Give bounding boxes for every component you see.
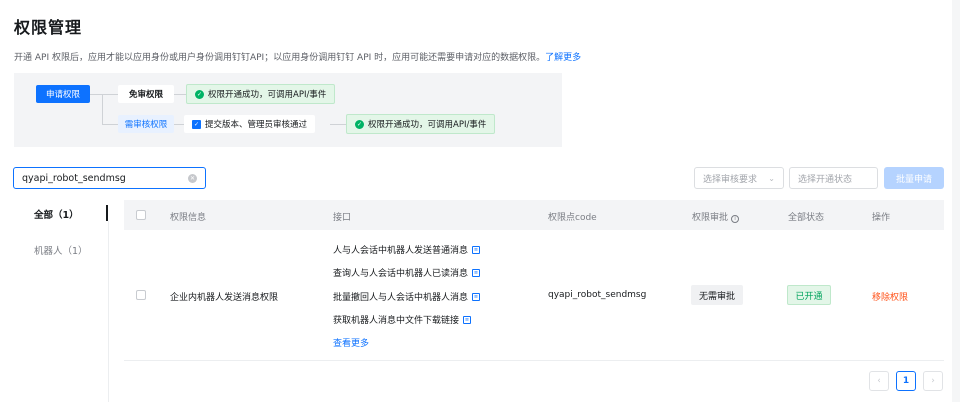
row-divider [124,360,944,361]
permission-flow-diagram: 申请权限 免审权限 ✓ 权限开通成功，可调用API/事件 需审核权限 ✓ 提交版本、… [14,73,562,147]
doc-icon[interactable]: ≡ [472,292,481,301]
table-header: 权限信息 接口 权限点code 权限审批 i 全部状态 操作 [124,200,944,230]
flow-connector [330,124,346,125]
sidebar-divider [108,221,109,402]
flow-connector [174,124,184,125]
api-name: 批量撤回人与人会话中机器人消息 [333,293,469,303]
column-header-review-label: 权限审批 [692,213,729,223]
page: 权限管理 开通 API 权限后，应用才能以应用身份或用户身份调用钉钉API；以应… [0,0,952,402]
api-item: 人与人会话中机器人发送普通消息 ≡ [333,243,481,256]
check-circle-icon: ✓ [195,89,204,99]
flow-free-review-node: 免审权限 [118,85,174,103]
api-name: 人与人会话中机器人发送普通消息 [333,246,469,256]
flow-connector [90,94,118,95]
review-select-placeholder: 选择审核要求 [703,174,758,185]
review-requirement-select[interactable]: 选择审核要求 ⌄ [694,167,784,189]
learn-more-link[interactable]: 了解更多 [545,53,581,63]
api-name: 获取机器人消息中文件下载链接 [333,316,460,326]
pagination-page-1[interactable]: 1 [896,371,916,391]
page-description: 开通 API 权限后，应用才能以应用身份或用户身份调用钉钉API；以应用身份调用… [14,50,581,63]
review-badge: 无需审批 [691,285,743,305]
api-name: 查询人与人会话中机器人已读消息 [333,269,469,279]
remove-permission-button[interactable]: 移除权限 [872,290,908,303]
flow-connector [174,94,186,95]
flow-connector [102,124,118,125]
clear-icon[interactable]: ✕ [188,173,197,183]
description-text: 开通 API 权限后，应用才能以应用身份或用户身份调用钉钉API；以应用身份调用… [14,53,546,63]
api-item: 批量撤回人与人会话中机器人消息 ≡ [333,290,481,303]
sidebar-active-indicator [106,205,108,221]
flow-submit-node: ✓ 提交版本、管理员审核通过 [184,115,316,133]
column-header-review: 权限审批 i [692,210,740,223]
permission-name: 企业内机器人发送消息权限 [170,293,279,303]
checkbox-icon: ✓ [192,119,201,129]
doc-icon[interactable]: ≡ [472,268,481,277]
open-status-select[interactable]: 选择开通状态 [789,167,878,189]
column-header-status[interactable]: 全部状态 [788,210,824,223]
info-icon[interactable]: i [731,215,740,223]
permission-code: qyapi_robot_sendmsg [548,290,647,300]
api-item: 获取机器人消息中文件下载链接 ≡ [333,313,472,326]
column-header-info: 权限信息 [170,213,207,223]
search-input[interactable] [22,172,188,184]
flow-apply-node: 申请权限 [36,85,90,103]
flow-success-label: 权限开通成功，可调用API/事件 [208,90,327,100]
page-title: 权限管理 [14,18,83,37]
column-header-api: 接口 [333,213,352,223]
sidebar-item-all[interactable]: 全部（1） [34,207,79,221]
column-header-action: 操作 [872,213,891,223]
select-all-checkbox[interactable] [136,210,146,220]
pagination-prev-button[interactable]: ‹ [869,371,889,391]
flow-success-node-2: ✓ 权限开通成功，可调用API/事件 [346,114,496,134]
flow-connector [102,94,103,124]
pagination-next-button[interactable]: › [923,371,943,391]
chevron-down-icon: ⌄ [768,173,775,183]
row-checkbox[interactable] [136,290,146,300]
flow-success-node: ✓ 权限开通成功，可调用API/事件 [186,84,336,104]
check-circle-icon: ✓ [355,119,364,129]
status-badge: 已开通 [787,285,831,305]
view-more-link[interactable]: 查看更多 [333,336,369,349]
column-header-code: 权限点code [548,213,597,223]
flow-success-label-2: 权限开通成功，可调用API/事件 [368,120,487,130]
doc-icon[interactable]: ≡ [463,315,472,324]
sidebar-item-robot[interactable]: 机器人（1） [34,243,88,257]
flow-submit-label: 提交版本、管理员审核通过 [205,120,308,130]
flow-needs-review-node: 需审核权限 [118,115,174,133]
doc-icon[interactable]: ≡ [472,245,481,254]
batch-apply-button[interactable]: 批量申请 [884,167,944,189]
status-select-placeholder: 选择开通状态 [798,174,853,185]
search-box[interactable]: ✕ [13,167,206,189]
api-item: 查询人与人会话中机器人已读消息 ≡ [333,266,481,279]
